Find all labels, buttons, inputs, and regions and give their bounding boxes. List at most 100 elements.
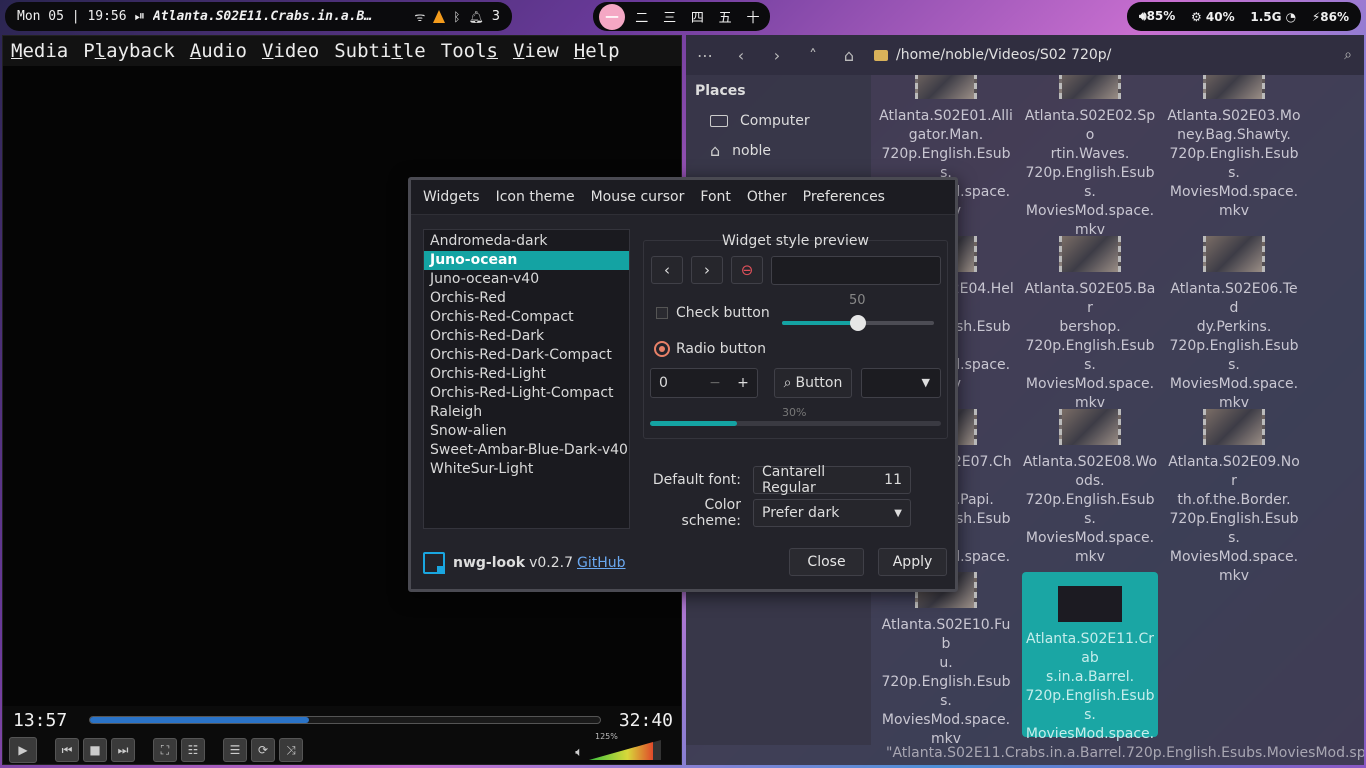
workspace-3[interactable]: 三 [659, 7, 681, 26]
bluetooth-icon[interactable]: ᛒ [453, 10, 460, 24]
file-item[interactable]: Atlanta.S02E06.Ted dy.Perkins. 720p.Engl… [1166, 236, 1302, 413]
plus-icon[interactable]: + [729, 375, 757, 391]
tab-other[interactable]: Other [747, 189, 787, 205]
font-chooser-button[interactable]: Cantarell Regular 11 [753, 464, 911, 496]
tab-preferences[interactable]: Preferences [803, 189, 885, 205]
location-bar[interactable]: /home/noble/Videos/S02 720p/ [874, 47, 1111, 63]
file-item[interactable]: Atlanta.S02E02.Spo rtin.Waves. 720p.Engl… [1022, 75, 1158, 240]
theme-item[interactable]: Orchis-Red-Dark [424, 327, 629, 346]
preview-remove-button[interactable]: ⊖ [731, 256, 763, 284]
menu-audio[interactable]: Audio [190, 40, 247, 62]
play-button[interactable]: ▶ [9, 737, 37, 763]
next-button[interactable]: ⏭ [111, 738, 135, 762]
up-icon[interactable]: ˄ [802, 46, 824, 65]
minus-icon[interactable]: − [701, 375, 729, 391]
bell-icon[interactable]: 🔔︎ [468, 10, 483, 24]
status-bar-left: Mon 05 | 19:56 ⏯ Atlanta.S02E11.Crabs.in… [5, 2, 512, 31]
file-item[interactable]: Atlanta.S02E05.Bar bershop. 720p.English… [1022, 236, 1158, 413]
workspace-10[interactable]: 十 [742, 7, 764, 26]
file-name: Atlanta.S02E02.Spo rtin.Waves. 720p.Engl… [1024, 108, 1156, 238]
wifi-icon[interactable]: ᯤ [414, 8, 425, 25]
loop-icon: ⟳ [257, 743, 269, 757]
file-item[interactable]: Atlanta.S02E08.Wo ods. 720p.English.Esub… [1022, 409, 1158, 567]
theme-item[interactable]: Orchis-Red-Dark-Compact [424, 346, 629, 365]
seek-progress [90, 717, 310, 723]
search-icon[interactable]: ⌕ [1344, 47, 1352, 63]
workspace-1[interactable]: 一 [599, 3, 625, 30]
theme-item[interactable]: Juno-ocean [424, 251, 629, 270]
slider-knob[interactable] [850, 315, 866, 331]
stop-button[interactable]: ■ [83, 738, 107, 762]
places-heading: Places [695, 83, 746, 99]
theme-item[interactable]: Raleigh [424, 403, 629, 422]
volume-control[interactable]: 🔈︎ 125% [575, 732, 661, 760]
shuffle-button[interactable]: ⤨ [279, 738, 303, 762]
theme-item[interactable]: Snow-alien [424, 422, 629, 441]
theme-item[interactable]: Orchis-Red-Compact [424, 308, 629, 327]
preview-button[interactable]: ⌕ Button [774, 368, 852, 398]
menu-help[interactable]: Help [574, 40, 620, 62]
file-item[interactable]: Atlanta.S02E03.Mo ney.Bag.Shawty. 720p.E… [1166, 75, 1302, 221]
vlc-tray-icon[interactable] [433, 10, 446, 23]
preview-slider[interactable] [782, 315, 934, 331]
now-playing-title[interactable]: Atlanta.S02E11.Crabs.in.a.B… [153, 9, 372, 24]
menu-dots-icon[interactable]: ⋯ [694, 46, 716, 65]
radio-indicator[interactable] [654, 341, 670, 357]
apply-button[interactable]: Apply [878, 548, 947, 576]
preview-back-button[interactable]: ‹ [651, 256, 683, 284]
back-icon[interactable]: ‹ [730, 46, 752, 65]
theme-item[interactable]: WhiteSur-Light [424, 460, 629, 479]
equalizer-button[interactable]: ☷ [181, 738, 205, 762]
tab-mouse-cursor[interactable]: Mouse cursor [591, 189, 685, 205]
menu-tools[interactable]: Tools [441, 40, 498, 62]
play-icon: ▶ [18, 743, 28, 757]
menu-playback[interactable]: Playback [83, 40, 175, 62]
theme-item[interactable]: Orchis-Red [424, 289, 629, 308]
place-home[interactable]: ⌂ noble [686, 135, 871, 166]
preview-check-button[interactable]: Check button [656, 305, 770, 321]
github-link[interactable]: GitHub [577, 555, 626, 571]
speaker-icon: 🔊︎ [1139, 9, 1147, 23]
menu-subtitle[interactable]: Subtitle [334, 40, 426, 62]
preview-forward-button[interactable]: › [691, 256, 723, 284]
spin-value[interactable]: 0 [651, 375, 701, 391]
color-scheme-dropdown[interactable]: Prefer dark ▼ [753, 499, 911, 527]
close-button[interactable]: Close [789, 548, 864, 576]
preview-radio-button[interactable]: Radio button [654, 341, 766, 357]
seek-bar[interactable] [89, 716, 601, 724]
menu-video[interactable]: Video [262, 40, 319, 62]
theme-item[interactable]: Andromeda-dark [424, 232, 629, 251]
previous-button[interactable]: ⏮ [55, 738, 79, 762]
play-pause-icon[interactable]: ⏯ [135, 9, 145, 24]
checkbox[interactable] [656, 307, 668, 319]
app-name: nwg-look [453, 555, 526, 571]
preview-entry[interactable] [771, 256, 941, 285]
playlist-button[interactable]: ☰ [223, 738, 247, 762]
preview-spin-button[interactable]: 0 − + [650, 368, 758, 398]
tab-widgets[interactable]: Widgets [423, 189, 480, 205]
menu-media[interactable]: Media [11, 40, 68, 62]
theme-item[interactable]: Orchis-Red-Light [424, 365, 629, 384]
theme-item[interactable]: Juno-ocean-v40 [424, 270, 629, 289]
loop-button[interactable]: ⟳ [251, 738, 275, 762]
tab-font[interactable]: Font [700, 189, 730, 205]
home-icon[interactable]: ⌂ [838, 46, 860, 65]
theme-item[interactable]: Sweet-Ambar-Blue-Dark-v40 [424, 441, 629, 460]
tab-icon-theme[interactable]: Icon theme [496, 189, 575, 205]
workspace-5[interactable]: 五 [714, 7, 736, 26]
theme-item[interactable]: Orchis-Red-Light-Compact [424, 384, 629, 403]
file-item[interactable]: Atlanta.S02E11.Crab s.in.a.Barrel. 720p.… [1022, 572, 1158, 742]
volume-slider[interactable]: 125% [589, 732, 661, 760]
menu-view[interactable]: View [513, 40, 559, 62]
file-name: Atlanta.S02E10.Fub u. 720p.English.Esubs… [881, 617, 1011, 745]
workspace-2[interactable]: 二 [631, 7, 653, 26]
file-item[interactable]: Atlanta.S02E10.Fub u. 720p.English.Esubs… [878, 572, 1014, 745]
volume-indicator[interactable]: 🔊︎85% [1139, 9, 1175, 24]
workspace-4[interactable]: 四 [686, 7, 708, 26]
cpu-indicator: ⚙ 40% [1191, 10, 1235, 24]
place-computer[interactable]: Computer [686, 107, 871, 135]
file-item[interactable]: Atlanta.S02E09.Nor th.of.the.Border. 720… [1166, 409, 1302, 586]
fullscreen-button[interactable]: ⛶ [153, 738, 177, 762]
forward-icon[interactable]: › [766, 46, 788, 65]
preview-combo[interactable]: ▼ [861, 368, 941, 398]
